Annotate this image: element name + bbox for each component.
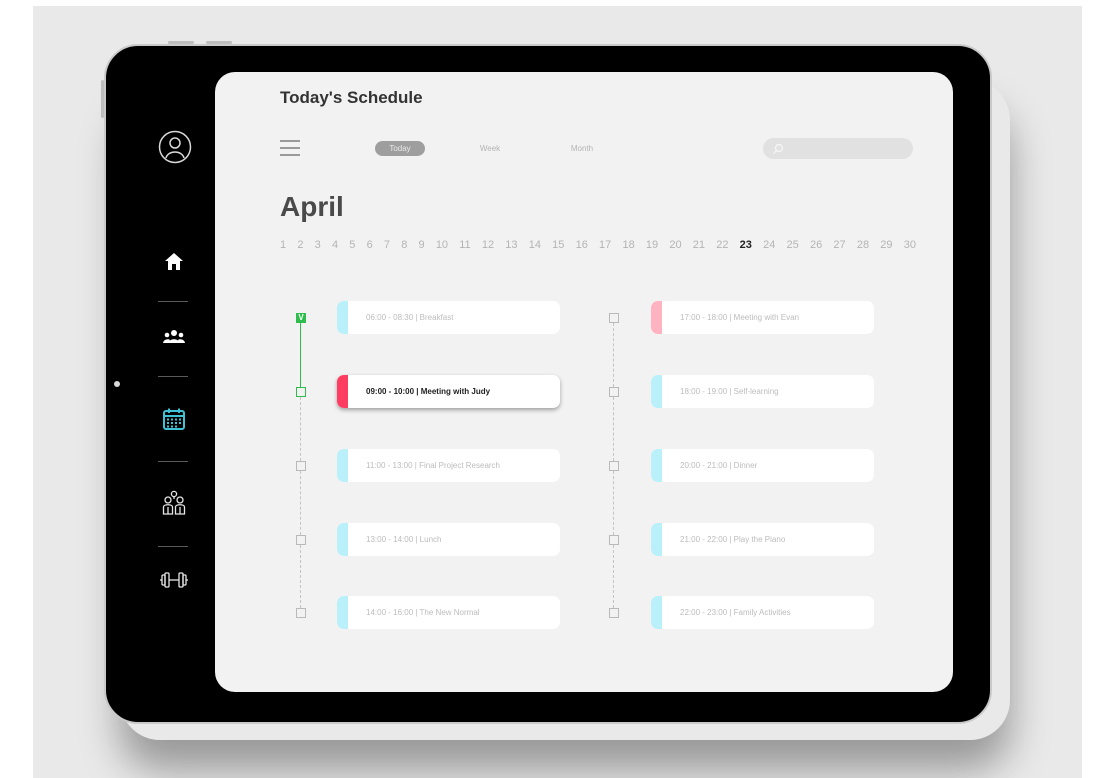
day-20[interactable]: 20 <box>669 239 681 251</box>
schedule-event-card[interactable]: 13:00 - 14:00 | Lunch <box>337 523 560 556</box>
event-color-stripe <box>337 523 348 556</box>
event-color-stripe <box>337 301 348 334</box>
task-checkbox[interactable] <box>609 387 619 397</box>
home-icon[interactable] <box>163 250 185 272</box>
day-27[interactable]: 27 <box>833 239 845 251</box>
task-checkbox[interactable] <box>296 535 306 545</box>
day-4[interactable]: 4 <box>332 239 338 251</box>
day-28[interactable]: 28 <box>857 239 869 251</box>
group-icon[interactable] <box>161 328 187 346</box>
day-30[interactable]: 30 <box>904 239 916 251</box>
event-color-stripe <box>651 523 662 556</box>
day-26[interactable]: 26 <box>810 239 822 251</box>
day-22[interactable]: 22 <box>716 239 728 251</box>
family-icon[interactable] <box>161 490 187 516</box>
day-16[interactable]: 16 <box>576 239 588 251</box>
event-color-stripe <box>651 301 662 334</box>
timeline-connector <box>613 545 614 608</box>
schedule-event-card[interactable]: 06:00 - 08:30 | Breakfast <box>337 301 560 334</box>
day-3[interactable]: 3 <box>315 239 321 251</box>
day-9[interactable]: 9 <box>419 239 425 251</box>
day-6[interactable]: 6 <box>367 239 373 251</box>
day-24[interactable]: 24 <box>763 239 775 251</box>
page-title: Today's Schedule <box>280 88 423 107</box>
schedule-event-card[interactable]: 21:00 - 22:00 | Play the Piano <box>651 523 874 556</box>
schedule-event-card[interactable]: 17:00 - 18:00 | Meeting with Evan <box>651 301 874 334</box>
timeline-connector <box>300 397 301 461</box>
event-label: 13:00 - 14:00 | Lunch <box>366 535 442 544</box>
day-23[interactable]: 23 <box>740 239 752 251</box>
event-label: 17:00 - 18:00 | Meeting with Evan <box>680 313 800 322</box>
hamburger-menu-icon[interactable] <box>280 140 300 156</box>
day-19[interactable]: 19 <box>646 239 658 251</box>
sidebar-divider <box>158 376 188 377</box>
day-12[interactable]: 12 <box>482 239 494 251</box>
event-color-stripe <box>651 596 662 629</box>
day-15[interactable]: 15 <box>552 239 564 251</box>
event-label: 14:00 - 16:00 | The New Normal <box>366 608 480 617</box>
day-14[interactable]: 14 <box>529 239 541 251</box>
calendar-icon[interactable] <box>162 407 186 431</box>
day-2[interactable]: 2 <box>297 239 303 251</box>
task-checkbox[interactable] <box>609 313 619 323</box>
task-checkbox[interactable] <box>609 461 619 471</box>
event-color-stripe <box>651 375 662 408</box>
tab-today[interactable]: Today <box>375 141 425 156</box>
event-label: 22:00 - 23:00 | Family Activities <box>680 608 791 617</box>
event-label: 06:00 - 08:30 | Breakfast <box>366 313 454 322</box>
event-label: 20:00 - 21:00 | Dinner <box>680 461 758 470</box>
day-21[interactable]: 21 <box>693 239 705 251</box>
schedule-event-card[interactable]: 11:00 - 13:00 | Final Project Research <box>337 449 560 482</box>
event-color-stripe <box>337 449 348 482</box>
timeline-connector <box>300 471 301 535</box>
schedule-event-card[interactable]: 20:00 - 21:00 | Dinner <box>651 449 874 482</box>
search-icon <box>772 142 784 160</box>
event-label: 18:00 - 19:00 | Self-learning <box>680 387 779 396</box>
sidebar-divider <box>158 546 188 547</box>
day-7[interactable]: 7 <box>384 239 390 251</box>
task-checkbox[interactable]: V <box>296 313 306 323</box>
day-8[interactable]: 8 <box>401 239 407 251</box>
user-circle-icon[interactable] <box>158 130 192 164</box>
day-1[interactable]: 1 <box>280 239 286 251</box>
timeline-connector <box>300 323 301 387</box>
task-checkbox[interactable] <box>296 608 306 618</box>
schedule-event-card[interactable]: 14:00 - 16:00 | The New Normal <box>337 596 560 629</box>
task-checkbox[interactable] <box>296 387 306 397</box>
day-strip: 1 2 3 4 5 6 7 8 9 10 11 12 13 14 15 16 17 18 19 20 21 22 23 24 2… <box>280 239 916 251</box>
month-title: April <box>280 191 344 222</box>
task-checkbox[interactable] <box>296 461 306 471</box>
event-label: 09:00 - 10:00 | Meeting with Judy <box>366 387 491 396</box>
timeline-connector <box>300 545 301 608</box>
sidebar-divider <box>158 461 188 462</box>
tab-month[interactable]: Month <box>562 141 602 156</box>
event-label: 11:00 - 13:00 | Final Project Research <box>366 461 500 470</box>
day-17[interactable]: 17 <box>599 239 611 251</box>
schedule-event-card[interactable]: 18:00 - 19:00 | Self-learning <box>651 375 874 408</box>
day-10[interactable]: 10 <box>436 239 448 251</box>
schedule-event-card[interactable]: 22:00 - 23:00 | Family Activities <box>651 596 874 629</box>
day-13[interactable]: 13 <box>505 239 517 251</box>
day-29[interactable]: 29 <box>880 239 892 251</box>
day-5[interactable]: 5 <box>349 239 355 251</box>
event-color-stripe <box>651 449 662 482</box>
camera <box>114 381 120 387</box>
timeline-connector <box>613 323 614 387</box>
sidebar-divider <box>158 301 188 302</box>
timeline-connector <box>613 397 614 461</box>
event-label: 21:00 - 22:00 | Play the Piano <box>680 535 786 544</box>
task-checkbox[interactable] <box>609 535 619 545</box>
event-color-stripe <box>337 375 348 408</box>
task-checkbox[interactable] <box>609 608 619 618</box>
dumbbell-icon[interactable] <box>159 570 189 590</box>
day-18[interactable]: 18 <box>622 239 634 251</box>
day-11[interactable]: 11 <box>459 239 470 251</box>
event-color-stripe <box>337 596 348 629</box>
search-field[interactable] <box>763 138 913 159</box>
tab-week[interactable]: Week <box>470 141 510 156</box>
timeline-connector <box>613 471 614 535</box>
day-25[interactable]: 25 <box>787 239 799 251</box>
schedule-event-card[interactable]: 09:00 - 10:00 | Meeting with Judy <box>337 375 560 408</box>
